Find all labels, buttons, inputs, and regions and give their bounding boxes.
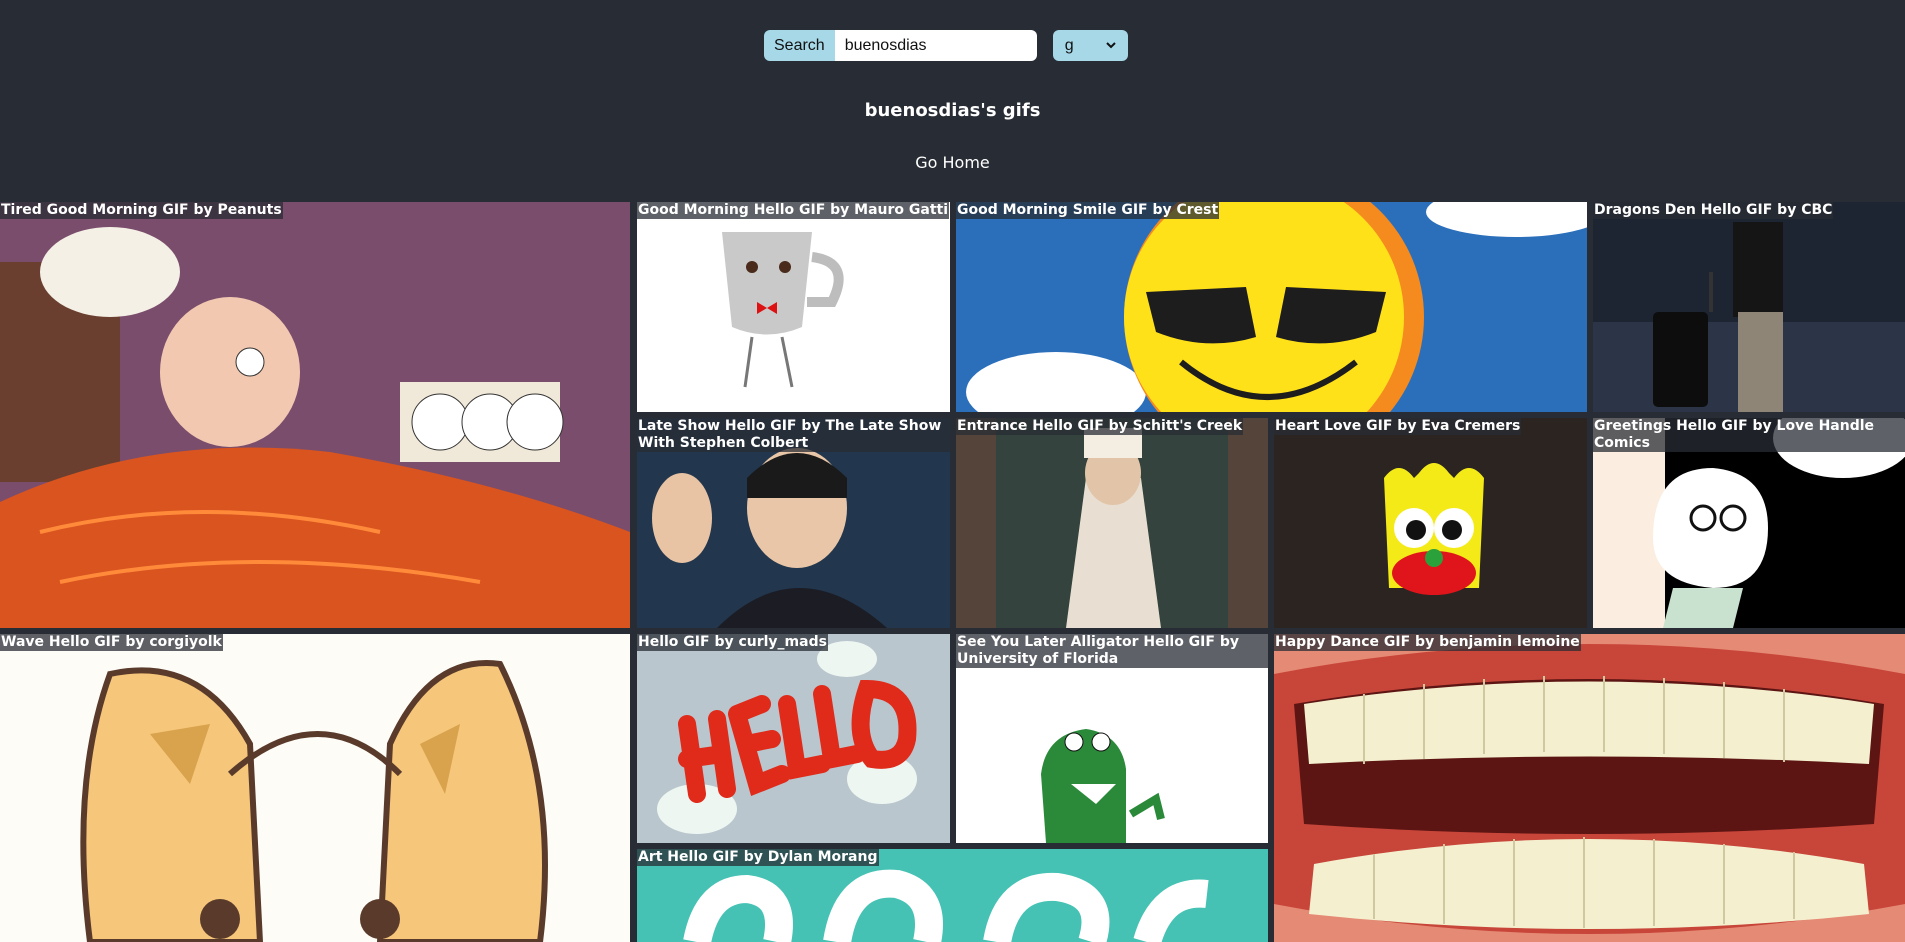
gif-image — [637, 634, 950, 843]
gif-tile[interactable]: Hello GIF by curly_mads — [637, 634, 950, 843]
header: Search buenosdias g buenosdias's gifs Go… — [0, 0, 1905, 202]
gif-tile[interactable]: Happy Dance GIF by benjamin lemoine — [1274, 634, 1905, 942]
gif-tile[interactable]: Entrance Hello GIF by Schitt's Creek — [956, 418, 1268, 628]
chevron-down-icon — [1105, 42, 1116, 49]
gif-image — [1274, 634, 1905, 942]
gif-image — [956, 418, 1268, 628]
gif-title: Greetings Hello GIF by Love Handle Comic… — [1593, 418, 1905, 452]
gif-image — [956, 202, 1587, 412]
gif-tile[interactable]: Art Hello GIF by Dylan Morang — [637, 849, 1268, 942]
rating-select[interactable]: g — [1052, 30, 1128, 61]
gif-title: Art Hello GIF by Dylan Morang — [637, 849, 879, 866]
gif-tile[interactable]: Wave Hello GIF by corgiyolk — [0, 634, 630, 942]
gif-title: Entrance Hello GIF by Schitt's Creek — [956, 418, 1244, 435]
gif-title: See You Later Alligator Hello GIF by Uni… — [956, 634, 1268, 668]
gif-tile[interactable]: Good Morning Hello GIF by Mauro Gatti — [637, 202, 950, 412]
gif-tile[interactable]: Good Morning Smile GIF by Crest — [956, 202, 1587, 412]
gif-tile[interactable]: Greetings Hello GIF by Love Handle Comic… — [1593, 418, 1905, 628]
gif-title: Happy Dance GIF by benjamin lemoine — [1274, 634, 1581, 651]
gif-title: Good Morning Hello GIF by Mauro Gatti — [637, 202, 950, 219]
go-home-link[interactable]: Go Home — [0, 153, 1905, 172]
search-button[interactable]: Search — [764, 30, 835, 61]
gif-tile[interactable]: Heart Love GIF by Eva Cremers — [1274, 418, 1587, 628]
gif-title: Dragons Den Hello GIF by CBC — [1593, 202, 1834, 219]
gif-tile[interactable]: Tired Good Morning GIF by Peanuts — [0, 202, 630, 628]
page-title: buenosdias's gifs — [864, 100, 1041, 121]
rating-selected-value: g — [1064, 36, 1074, 54]
gif-tile[interactable]: Dragons Den Hello GIF by CBC — [1593, 202, 1905, 412]
gif-title: Hello GIF by curly_mads — [637, 634, 828, 651]
gif-image — [1274, 418, 1587, 628]
gif-title: Wave Hello GIF by corgiyolk — [0, 634, 223, 651]
gif-title: Good Morning Smile GIF by Crest — [956, 202, 1220, 219]
gif-tile[interactable]: See You Later Alligator Hello GIF by Uni… — [956, 634, 1268, 843]
gif-image — [1593, 202, 1905, 412]
gif-image — [0, 202, 630, 628]
search-bar: Search buenosdias g — [764, 30, 1128, 61]
gif-image — [0, 634, 630, 942]
search-input[interactable]: buenosdias — [834, 30, 1037, 61]
gif-title: Late Show Hello GIF by The Late Show Wit… — [637, 418, 950, 452]
gif-title: Tired Good Morning GIF by Peanuts — [0, 202, 283, 219]
gif-title: Heart Love GIF by Eva Cremers — [1274, 418, 1522, 435]
gif-tile[interactable]: Late Show Hello GIF by The Late Show Wit… — [637, 418, 950, 628]
gif-image — [637, 202, 950, 412]
